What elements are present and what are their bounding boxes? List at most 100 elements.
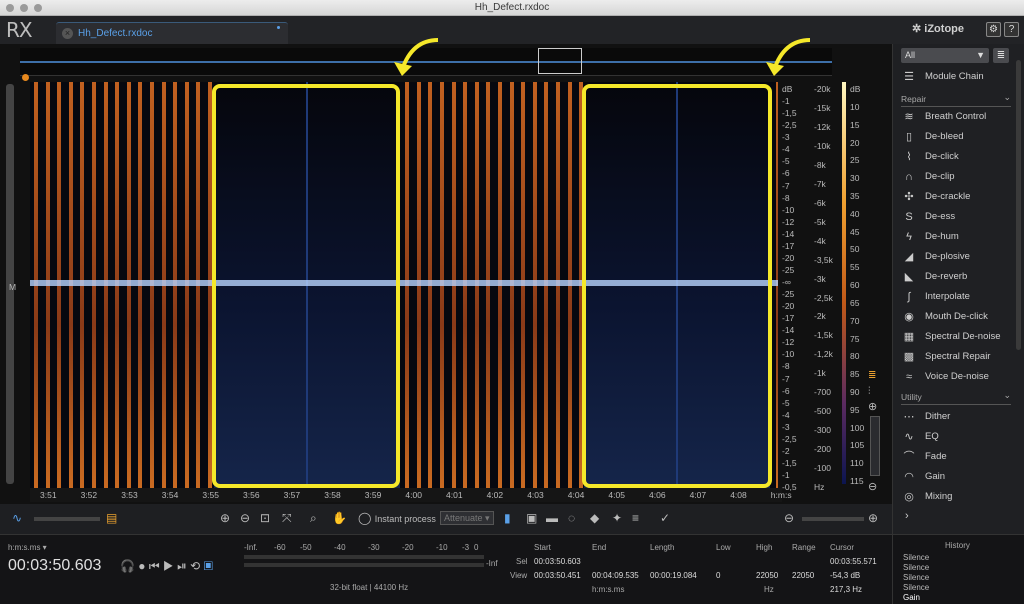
vertical-zoom-slider[interactable]	[870, 416, 880, 476]
db-tick: -8	[782, 192, 790, 203]
module-de-ess[interactable]: S De-ess	[901, 208, 1019, 226]
play-selection-icon[interactable]: ⏯	[177, 559, 187, 573]
module-de-crackle[interactable]: ✣ De-crackle	[901, 188, 1019, 206]
module-spectral-repair[interactable]: ▩ Spectral Repair	[901, 348, 1019, 366]
module-de-click[interactable]: ⌇ De-click	[901, 148, 1019, 166]
waveform-settings-icon[interactable]: ⫶	[868, 386, 871, 397]
module-de-reverb[interactable]: ◣ De-reverb	[901, 268, 1019, 286]
document-tab[interactable]: × Hh_Defect.rxdoc	[56, 22, 288, 44]
loop-icon[interactable]: ⟲	[190, 559, 200, 573]
colormap-tick: 15	[850, 119, 860, 130]
time-tick: 3:52	[80, 490, 98, 500]
status-bar: h:m:s.ms ▾ 00:03:50.603 🎧 ● ⏮ ▶ ⏯ ⟲ ▣ -I…	[0, 534, 892, 604]
sel-start[interactable]: 00:03:50.603	[534, 557, 581, 566]
magic-wand-icon[interactable]: ✦	[612, 510, 622, 526]
zoom-out-icon[interactable]: ⊖	[240, 510, 250, 526]
attenuate-dropdown[interactable]: Attenuate ▾	[440, 511, 494, 525]
zoom-out-vertical-icon[interactable]: ⊖	[868, 480, 877, 493]
history-item[interactable]: Silence	[903, 553, 929, 562]
module-dither[interactable]: ⋯ Dither	[901, 408, 1019, 426]
view-low[interactable]: 0	[716, 571, 720, 580]
lasso-icon[interactable]: ◌	[568, 510, 575, 526]
utility-section-header[interactable]: Utility ⌄	[901, 390, 1011, 405]
module-de-bleed[interactable]: ▯ De-bleed	[901, 128, 1019, 146]
hz-tick: -6k	[814, 197, 826, 208]
spectrogram-view-icon[interactable]: ▤	[106, 510, 117, 526]
play-icon[interactable]: ▶	[163, 559, 174, 573]
waveform-view-icon[interactable]: ∿	[12, 510, 22, 526]
module-de-hum[interactable]: ϟ De-hum	[901, 228, 1019, 246]
freq-selection-icon[interactable]: ▣	[526, 510, 537, 526]
time-format-label[interactable]: h:m:s.ms ▾	[8, 543, 47, 552]
instant-process-toggle[interactable]: ◯ Instant process	[358, 510, 436, 526]
time-selection-icon[interactable]: ▮	[504, 510, 511, 526]
list-view-button[interactable]: ≣	[993, 48, 1009, 63]
module-de-clip[interactable]: ∩ De-clip	[901, 168, 1019, 186]
position-display: 00:03:50.603	[8, 557, 102, 574]
module-mixing[interactable]: ◎ Mixing	[901, 488, 1019, 506]
overview-view-box[interactable]	[538, 48, 582, 74]
view-end[interactable]: 00:04:09.535	[592, 571, 639, 580]
check-icon[interactable]: ✓	[660, 510, 670, 526]
db-tick: -4	[782, 409, 790, 420]
view-high[interactable]: 22050	[756, 571, 778, 580]
history-item[interactable]: Silence	[903, 563, 929, 572]
opacity-slider[interactable]	[34, 517, 100, 521]
dereverb-icon: ◣	[904, 271, 914, 283]
help-button[interactable]: ?	[1004, 22, 1019, 37]
zoom-fit-icon[interactable]: ⤧	[282, 510, 292, 526]
gain-icon: ◠	[904, 471, 914, 483]
module-chain-button[interactable]: ☰ Module Chain	[901, 68, 1019, 86]
horizontal-zoom-in-icon[interactable]: ⊕	[868, 510, 878, 526]
playhead-handle[interactable]	[22, 74, 29, 81]
repair-label: Repair	[901, 94, 927, 104]
view-length[interactable]: 00:00:19.084	[650, 571, 697, 580]
start-header: Start	[534, 543, 551, 552]
module-gain[interactable]: ◠ Gain	[901, 468, 1019, 486]
spectrogram-settings-icon[interactable]: ≣	[868, 370, 876, 381]
headphones-icon[interactable]: 🎧	[120, 559, 135, 573]
view-range[interactable]: 22050	[792, 571, 814, 580]
highlight-box-2	[582, 84, 772, 488]
history-item[interactable]: Gain	[903, 593, 920, 602]
view-start[interactable]: 00:03:50.451	[534, 571, 581, 580]
colormap-tick: 20	[850, 137, 860, 148]
history-item[interactable]: Silence	[903, 573, 929, 582]
db-scale: dB -1 -1,5 -2,5 -3 -4 -5 -6 -7 -8 -10 -12 -14 -17 -20-…	[780, 84, 814, 492]
magnify-icon[interactable]: ⌕	[310, 510, 317, 526]
db-tick: -6	[782, 385, 790, 396]
settings-button[interactable]: ⚙	[986, 22, 1001, 37]
module-spectral-de-noise[interactable]: ▦ Spectral De-noise	[901, 328, 1019, 346]
module-interpolate[interactable]: ∫ Interpolate	[901, 288, 1019, 306]
zoom-in-vertical-icon[interactable]: ⊕	[868, 400, 877, 413]
module-fade[interactable]: ⌒ Fade	[901, 448, 1019, 466]
repair-section-header[interactable]: Repair ⌄	[901, 92, 1011, 107]
sidebar-scrollbar[interactable]	[1016, 60, 1021, 350]
db-tick: -1	[782, 469, 790, 480]
module-de-plosive[interactable]: ◢ De-plosive	[901, 248, 1019, 266]
module-breath-control[interactable]: ≋ Breath Control	[901, 108, 1019, 126]
zoom-in-icon[interactable]: ⊕	[220, 510, 230, 526]
colormap-tick: 25	[850, 155, 860, 166]
module-filter-dropdown[interactable]: All ▼	[901, 48, 989, 63]
module-eq[interactable]: ∿ EQ	[901, 428, 1019, 446]
colormap-tick: 60	[850, 280, 860, 290]
zoom-selection-icon[interactable]: ⊡	[260, 510, 270, 526]
colormap-tick: 90	[850, 386, 860, 397]
record-icon[interactable]: ●	[138, 559, 145, 573]
scroll-follow-icon[interactable]: ▣	[203, 559, 213, 573]
brush-icon[interactable]: ◆	[590, 510, 599, 526]
module-voice-de-noise[interactable]: ≈ Voice De-noise	[901, 368, 1019, 386]
history-item[interactable]: Silence	[903, 583, 929, 592]
harmonic-selection-icon[interactable]: ≡	[632, 510, 639, 526]
more-modules-icon[interactable]: ›	[905, 510, 909, 522]
time-freq-selection-icon[interactable]: ▬	[546, 510, 558, 526]
hand-icon[interactable]: ✋	[332, 510, 347, 526]
horizontal-zoom-out-icon[interactable]: ⊖	[784, 510, 794, 526]
module-mouth-de-click[interactable]: ◉ Mouth De-click	[901, 308, 1019, 326]
rewind-icon[interactable]: ⏮	[149, 559, 160, 573]
module-label: De-clip	[925, 171, 955, 182]
horizontal-zoom-slider[interactable]	[802, 517, 864, 521]
mixing-icon: ◎	[904, 491, 914, 503]
close-tab-icon[interactable]: ×	[62, 28, 73, 39]
